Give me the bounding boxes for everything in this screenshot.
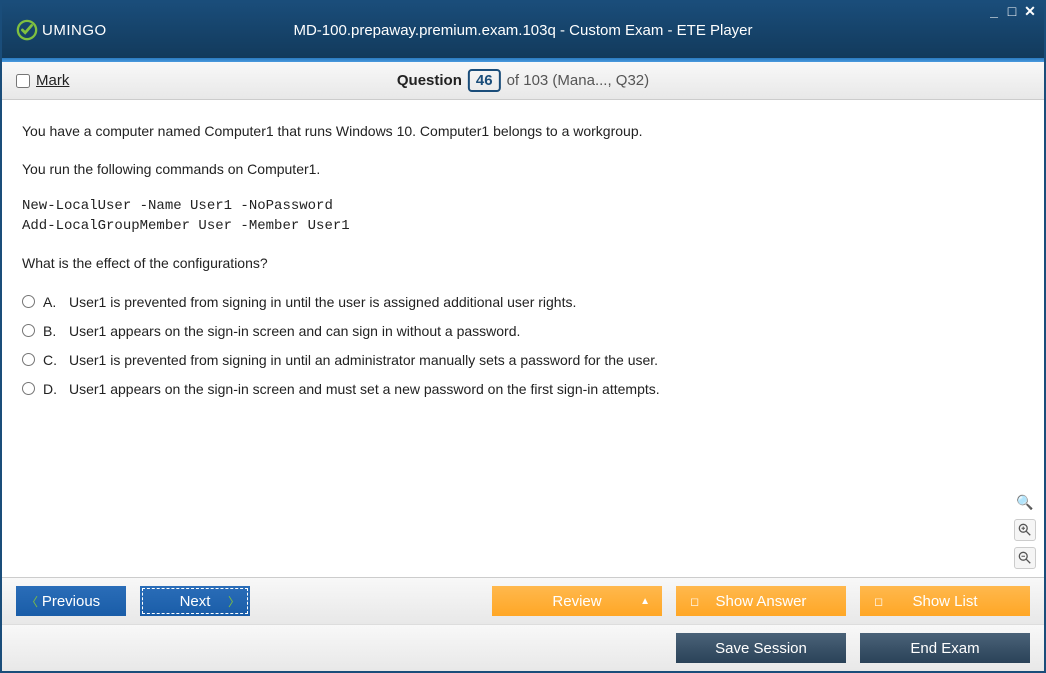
question-context: of 103 (Mana..., Q32) xyxy=(507,72,650,89)
option-radio[interactable] xyxy=(22,324,35,337)
window-title: MD-100.prepaway.premium.exam.103q - Cust… xyxy=(293,22,752,39)
option-row[interactable]: A. User1 is prevented from signing in un… xyxy=(22,292,1024,313)
option-row[interactable]: B. User1 appears on the sign-in screen a… xyxy=(22,321,1024,342)
question-indicator: Question 46 of 103 (Mana..., Q32) xyxy=(397,69,649,92)
square-icon: ◻ xyxy=(690,595,699,608)
window-controls: _ □ ✕ xyxy=(986,4,1038,18)
review-button[interactable]: Review▲ xyxy=(492,586,662,616)
checkmark-icon xyxy=(16,19,38,41)
chevron-left-icon: 〈 xyxy=(26,593,38,610)
show-answer-button[interactable]: ◻Show Answer xyxy=(676,586,846,616)
question-paragraph: You have a computer named Computer1 that… xyxy=(22,122,1024,142)
logo-text: UMINGO xyxy=(42,22,107,39)
save-session-button[interactable]: Save Session xyxy=(676,633,846,663)
chevron-right-icon: 〉 xyxy=(228,593,240,610)
code-block: New-LocalUser -Name User1 -NoPassword Ad… xyxy=(22,197,1024,236)
option-letter: B. xyxy=(43,321,61,342)
option-text: User1 appears on the sign-in screen and … xyxy=(69,321,520,342)
question-word: Question xyxy=(397,72,462,89)
mark-control[interactable]: Mark xyxy=(16,72,69,89)
question-number: 46 xyxy=(468,69,501,92)
option-row[interactable]: C. User1 is prevented from signing in un… xyxy=(22,350,1024,371)
search-icon[interactable]: 🔍 xyxy=(1014,491,1036,513)
option-letter: C. xyxy=(43,350,61,371)
question-paragraph: You run the following commands on Comput… xyxy=(22,160,1024,180)
show-list-button[interactable]: ◻Show List xyxy=(860,586,1030,616)
option-letter: D. xyxy=(43,379,61,400)
option-radio[interactable] xyxy=(22,295,35,308)
navigation-bar: 〈Previous Next〉 Review▲ ◻Show Answer ◻Sh… xyxy=(2,577,1044,624)
session-bar: Save Session End Exam xyxy=(2,624,1044,671)
option-text: User1 is prevented from signing in until… xyxy=(69,292,576,313)
zoom-tools: 🔍 xyxy=(1014,491,1036,569)
option-radio[interactable] xyxy=(22,353,35,366)
previous-button[interactable]: 〈Previous xyxy=(16,586,126,616)
app-logo: UMINGO xyxy=(16,19,107,41)
question-paragraph: What is the effect of the configurations… xyxy=(22,254,1024,274)
next-button[interactable]: Next〉 xyxy=(140,586,250,616)
question-content: You have a computer named Computer1 that… xyxy=(2,100,1044,577)
square-icon: ◻ xyxy=(874,595,883,608)
minimize-button[interactable]: _ xyxy=(986,4,1002,18)
option-text: User1 appears on the sign-in screen and … xyxy=(69,379,660,400)
question-toolbar: Mark Question 46 of 103 (Mana..., Q32) xyxy=(2,62,1044,100)
close-button[interactable]: ✕ xyxy=(1022,4,1038,18)
maximize-button[interactable]: □ xyxy=(1004,4,1020,18)
triangle-up-icon: ▲ xyxy=(640,596,650,607)
option-letter: A. xyxy=(43,292,61,313)
answer-options: A. User1 is prevented from signing in un… xyxy=(22,292,1024,400)
mark-label[interactable]: Mark xyxy=(36,72,69,89)
zoom-out-button[interactable] xyxy=(1014,547,1036,569)
title-bar: UMINGO MD-100.prepaway.premium.exam.103q… xyxy=(2,2,1044,58)
option-radio[interactable] xyxy=(22,382,35,395)
option-text: User1 is prevented from signing in until… xyxy=(69,350,658,371)
mark-checkbox[interactable] xyxy=(16,74,30,88)
end-exam-button[interactable]: End Exam xyxy=(860,633,1030,663)
option-row[interactable]: D. User1 appears on the sign-in screen a… xyxy=(22,379,1024,400)
zoom-in-button[interactable] xyxy=(1014,519,1036,541)
